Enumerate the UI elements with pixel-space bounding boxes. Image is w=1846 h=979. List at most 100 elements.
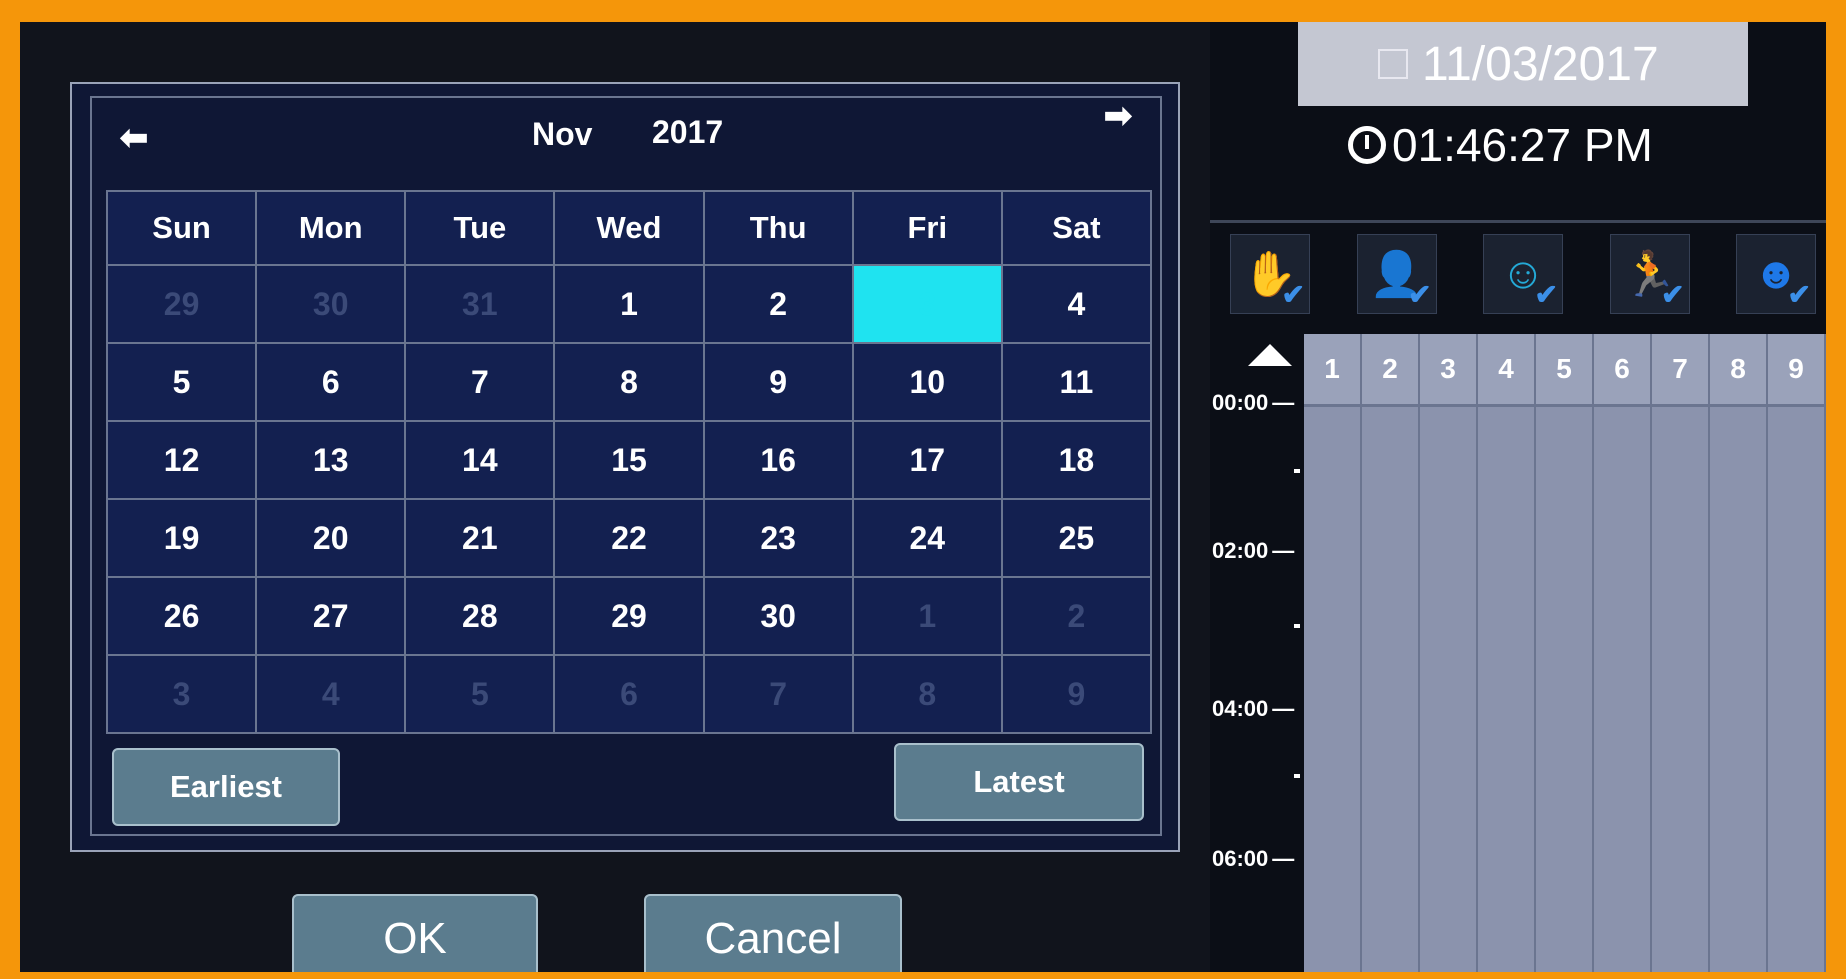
face-icon[interactable]: ☺ ✔ <box>1483 234 1563 314</box>
latest-button[interactable]: Latest <box>894 743 1144 821</box>
calendar-day-outside: 6 <box>555 656 705 734</box>
calendar-day[interactable]: 27 <box>257 578 407 656</box>
calendar-day[interactable]: 21 <box>406 500 556 578</box>
channel-number: 2 <box>1362 334 1418 407</box>
earliest-button[interactable]: Earliest <box>112 748 340 826</box>
calendar-day[interactable]: 15 <box>555 422 705 500</box>
channel-column[interactable]: 6 <box>1594 334 1652 972</box>
calendar-day[interactable]: 30 <box>704 578 854 656</box>
month-label: Nov <box>532 116 593 152</box>
weekday-header: Thu <box>704 192 854 266</box>
channel-number: 8 <box>1710 334 1766 407</box>
channel-number: 6 <box>1594 334 1650 407</box>
running-man-icon[interactable]: 🏃 ✔ <box>1609 234 1690 314</box>
calendar-day-outside: 8 <box>853 656 1003 734</box>
scroll-up-icon[interactable] <box>1248 344 1292 366</box>
calendar-day-outside: 7 <box>704 656 854 734</box>
minor-tick <box>1294 469 1300 473</box>
playback-panel: 11/03/2017 01:46:27 PM ✋✔👤✔☺✔🏃✔☻✔ 00:000… <box>1210 22 1826 972</box>
time-tick-label: 00:00 <box>1212 390 1294 416</box>
calendar-day[interactable]: 9 <box>704 344 854 422</box>
calendar-day-outside: 2 <box>1002 578 1152 656</box>
calendar-day[interactable]: 5 <box>108 344 258 422</box>
channel-columns: 123456789 <box>1304 334 1826 972</box>
minor-tick <box>1294 624 1300 628</box>
weekday-header: Sat <box>1002 192 1152 266</box>
calendar-day[interactable]: 17 <box>853 422 1003 500</box>
year-label: 2017 <box>652 114 724 150</box>
calendar-day[interactable]: 3 <box>853 266 1003 344</box>
time-tick-label: 06:00 <box>1212 846 1294 872</box>
weekday-header: Fri <box>853 192 1003 266</box>
person-red-icon[interactable]: 👤 ✔ <box>1356 234 1437 314</box>
calendar-day[interactable]: 7 <box>406 344 556 422</box>
calendar-day-outside: 9 <box>1002 656 1152 734</box>
hand-icon[interactable]: ✋ ✔ <box>1230 234 1310 314</box>
time-tick-label: 04:00 <box>1212 696 1294 722</box>
check-icon: ✔ <box>1534 279 1558 310</box>
time-tick-label: 02:00 <box>1212 538 1294 564</box>
check-icon: ✔ <box>1408 279 1432 310</box>
calendar-day[interactable]: 18 <box>1002 422 1152 500</box>
event-filter-icons: ✋ ✔ 👤 ✔ ☺ ✔ 🏃 ✔ ☻ ✔ <box>1230 234 1826 324</box>
calendar-day[interactable]: 19 <box>108 500 258 578</box>
calendar-day-outside: 4 <box>257 656 407 734</box>
calendar-day[interactable]: 10 <box>853 344 1003 422</box>
date-checkbox[interactable] <box>1378 49 1408 79</box>
calendar-day[interactable]: 2 <box>704 266 854 344</box>
next-month-icon[interactable]: ➡ <box>1098 98 1138 134</box>
dvr-screen: ⬅ Nov 2017 ➡ Sun Mon Tue Wed Thu Fri Sat 29 30 31… <box>20 22 1826 972</box>
weekday-header: Tue <box>406 192 556 266</box>
calendar-day[interactable]: 20 <box>257 500 407 578</box>
calendar-day[interactable]: 29 <box>555 578 705 656</box>
calendar-day-outside: 30 <box>257 266 407 344</box>
weekday-header: Mon <box>257 192 407 266</box>
cancel-button[interactable]: Cancel <box>644 894 902 972</box>
channel-number: 4 <box>1478 334 1534 407</box>
calendar-day[interactable]: 23 <box>704 500 854 578</box>
channel-column[interactable]: 1 <box>1304 334 1362 972</box>
calendar-day-outside: 31 <box>406 266 556 344</box>
calendar-day[interactable]: 11 <box>1002 344 1152 422</box>
calendar-day-outside: 5 <box>406 656 556 734</box>
calendar-day[interactable]: 13 <box>257 422 407 500</box>
check-icon: ✔ <box>1787 279 1811 310</box>
channel-column[interactable]: 3 <box>1420 334 1478 972</box>
date-selector[interactable]: 11/03/2017 <box>1298 22 1748 106</box>
ok-button[interactable]: OK <box>292 894 538 972</box>
calendar-day[interactable]: 22 <box>555 500 705 578</box>
calendar-day[interactable]: 26 <box>108 578 258 656</box>
calendar-day[interactable]: 8 <box>555 344 705 422</box>
weekday-header: Wed <box>555 192 705 266</box>
channel-column[interactable]: 2 <box>1362 334 1420 972</box>
channel-number: 1 <box>1304 334 1360 407</box>
check-icon: ✔ <box>1281 279 1305 310</box>
channel-column[interactable]: 7 <box>1652 334 1710 972</box>
calendar-day[interactable]: 16 <box>704 422 854 500</box>
calendar-day-outside: 3 <box>108 656 258 734</box>
channel-number: 9 <box>1768 334 1824 407</box>
calendar-day[interactable]: 4 <box>1002 266 1152 344</box>
date-value: 11/03/2017 <box>1422 37 1659 91</box>
date-picker-dialog: ⬅ Nov 2017 ➡ Sun Mon Tue Wed Thu Fri Sat 29 30 31… <box>20 22 1210 972</box>
channel-column[interactable]: 9 <box>1768 334 1826 972</box>
calendar-day[interactable]: 12 <box>108 422 258 500</box>
divider <box>1210 220 1826 223</box>
calendar-day[interactable]: 24 <box>853 500 1003 578</box>
minor-tick <box>1294 774 1300 778</box>
timeline: 00:00 02:00 04:00 06:00 123456789 <box>1210 334 1826 972</box>
prev-month-icon[interactable]: ⬅ <box>114 120 154 156</box>
channel-column[interactable]: 5 <box>1536 334 1594 972</box>
calendar-inner: ⬅ Nov 2017 ➡ Sun Mon Tue Wed Thu Fri Sat 29 30 31… <box>90 96 1162 836</box>
channel-column[interactable]: 8 <box>1710 334 1768 972</box>
face-blue-icon[interactable]: ☻ ✔ <box>1736 234 1816 314</box>
channel-column[interactable]: 4 <box>1478 334 1536 972</box>
calendar-day[interactable]: 25 <box>1002 500 1152 578</box>
clock-icon <box>1348 126 1386 164</box>
calendar-day[interactable]: 28 <box>406 578 556 656</box>
time-value: 01:46:27 PM <box>1392 119 1653 171</box>
calendar-day[interactable]: 6 <box>257 344 407 422</box>
calendar-day[interactable]: 1 <box>555 266 705 344</box>
calendar-day[interactable]: 14 <box>406 422 556 500</box>
clock-row: 01:46:27 PM <box>1348 118 1653 172</box>
